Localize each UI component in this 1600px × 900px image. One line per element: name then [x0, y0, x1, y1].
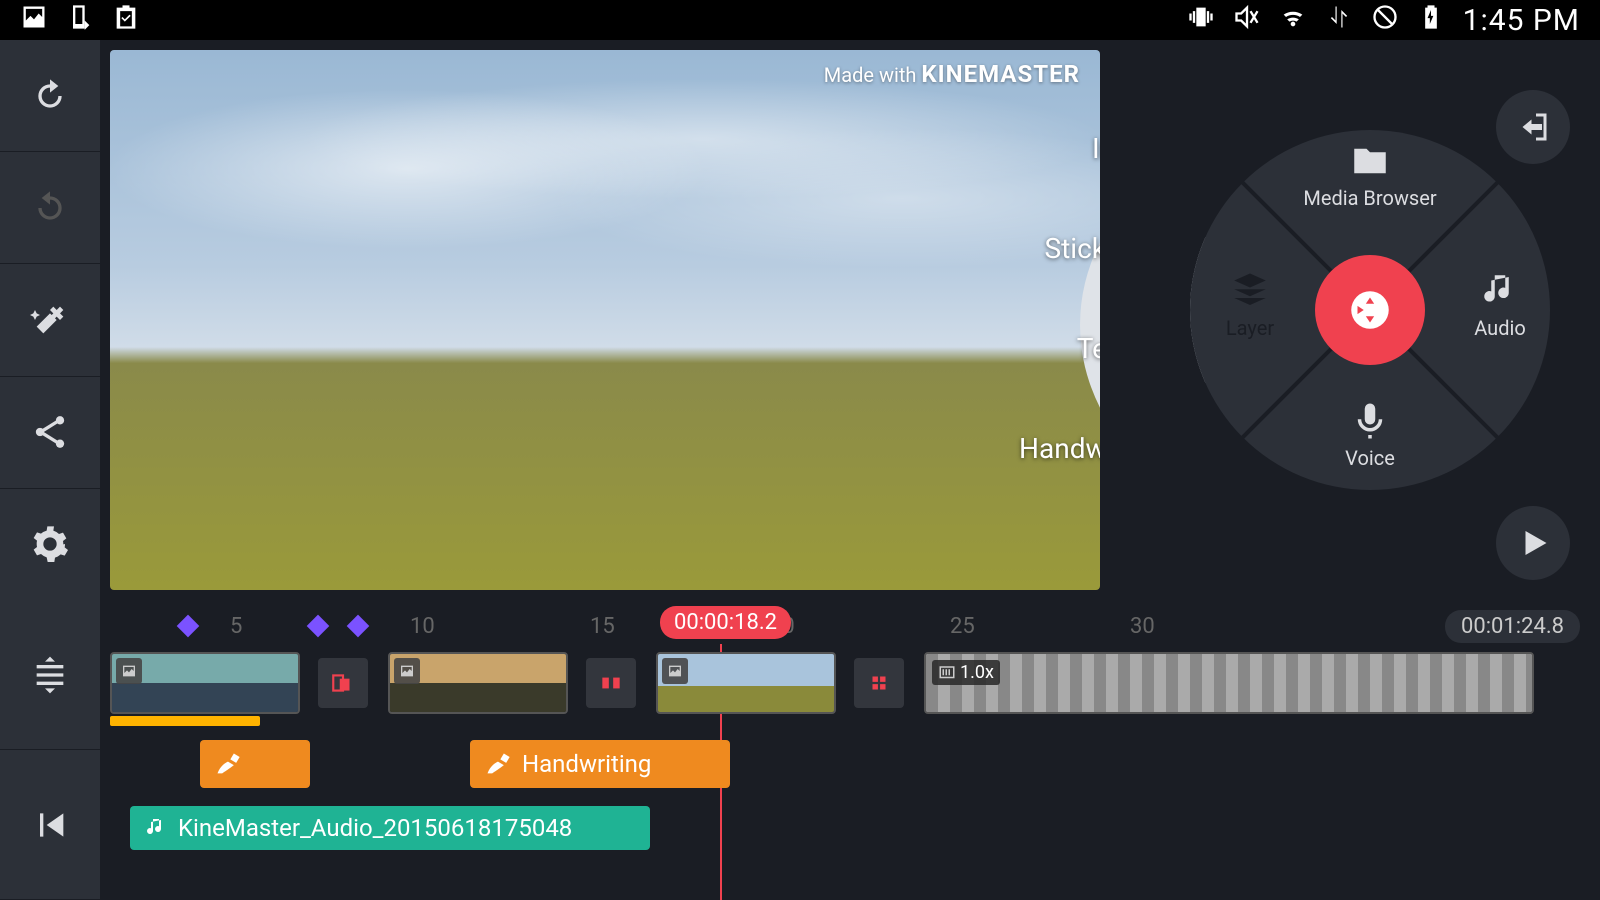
wifi-icon — [1279, 3, 1307, 38]
image-icon — [116, 658, 142, 684]
share-button[interactable] — [0, 377, 100, 489]
total-duration: 00:01:24.8 — [1445, 610, 1580, 643]
bookmark-marker[interactable] — [307, 615, 330, 638]
layer-sticker-label: Sticker — [930, 232, 1100, 265]
playhead-time[interactable]: 00:00:18.2 — [660, 606, 791, 639]
gallery-icon — [20, 3, 48, 38]
main-area: Made with KINEMASTER Image Sticker Text … — [0, 40, 1600, 600]
mute-icon — [1233, 3, 1261, 38]
voice-button[interactable]: Voice — [1300, 400, 1440, 470]
handwriting-clip[interactable] — [200, 740, 310, 788]
bookmark-marker[interactable] — [177, 615, 200, 638]
expand-tracks-button[interactable] — [0, 600, 100, 750]
ruler-tick: 30 — [1130, 614, 1155, 639]
clip-speed-badge: 1.0x — [932, 660, 1000, 685]
app-root: 1:45 PM Made with KINEMASTER Image Stick… — [0, 0, 1600, 900]
audio-track[interactable]: KineMaster_Audio_20150618175048 — [100, 806, 1600, 856]
transition-button[interactable] — [854, 658, 904, 708]
layer-image-label: Image — [970, 132, 1100, 165]
layer-track[interactable]: Handwriting — [100, 740, 1600, 796]
layer-text-label: Text — [930, 332, 1100, 365]
redo-button — [0, 152, 100, 264]
record-button[interactable] — [1315, 255, 1425, 365]
clock-text: 1:45 PM — [1463, 3, 1580, 38]
handwriting-clip[interactable]: Handwriting — [470, 740, 730, 788]
device-icon — [66, 3, 94, 38]
transition-button[interactable] — [586, 658, 636, 708]
time-ruler[interactable]: 5 10 15 20 25 30 00:00:18.2 00:01:24.8 — [100, 600, 1600, 648]
radial-panel: Media Browser Layer Audio Voice — [1100, 40, 1600, 600]
task-icon — [112, 3, 140, 38]
left-toolbar — [0, 40, 100, 600]
audio-clip[interactable]: KineMaster_Audio_20150618175048 — [130, 806, 650, 850]
video-clip[interactable] — [388, 652, 568, 714]
layer-handwriting-label: Handwriting — [970, 432, 1100, 465]
media-browser-button[interactable]: Media Browser — [1300, 140, 1440, 210]
ruler-tick: 5 — [230, 614, 242, 639]
image-icon — [662, 658, 688, 684]
timeline-toolbar — [0, 600, 100, 900]
status-bar: 1:45 PM — [0, 0, 1600, 40]
ruler-tick: 15 — [590, 614, 615, 639]
preview-viewport[interactable]: Made with KINEMASTER Image Sticker Text … — [110, 50, 1100, 590]
settings-button[interactable] — [0, 489, 100, 600]
sync-icon — [1325, 3, 1353, 38]
transition-button[interactable] — [318, 658, 368, 708]
preview-sky — [110, 50, 1100, 347]
clip-underbar — [110, 716, 260, 726]
ruler-tick: 10 — [410, 614, 435, 639]
layer-submenu-bg — [1080, 110, 1100, 540]
layer-button[interactable]: Layer — [1180, 270, 1320, 340]
video-clip[interactable]: 1.0x — [924, 652, 1534, 714]
image-icon — [394, 658, 420, 684]
layer-submenu: Image Sticker Text Handwriting — [1020, 60, 1100, 480]
timeline: 5 10 15 20 25 30 00:00:18.2 00:01:24.8 — [0, 600, 1600, 900]
video-clip[interactable] — [110, 652, 300, 714]
block-icon — [1371, 3, 1399, 38]
effects-button[interactable] — [0, 264, 100, 376]
video-clip[interactable] — [656, 652, 836, 714]
video-track[interactable]: 1.0x — [100, 652, 1600, 722]
audio-button[interactable]: Audio — [1430, 270, 1570, 340]
undo-button[interactable] — [0, 40, 100, 152]
exit-button[interactable] — [1496, 90, 1570, 164]
bookmark-marker[interactable] — [347, 615, 370, 638]
tracks-area[interactable]: 5 10 15 20 25 30 00:00:18.2 00:01:24.8 — [100, 600, 1600, 900]
jump-start-button[interactable] — [0, 750, 100, 900]
ruler-tick: 25 — [950, 614, 975, 639]
battery-icon — [1417, 3, 1445, 38]
play-button[interactable] — [1496, 506, 1570, 580]
vibrate-icon — [1187, 3, 1215, 38]
